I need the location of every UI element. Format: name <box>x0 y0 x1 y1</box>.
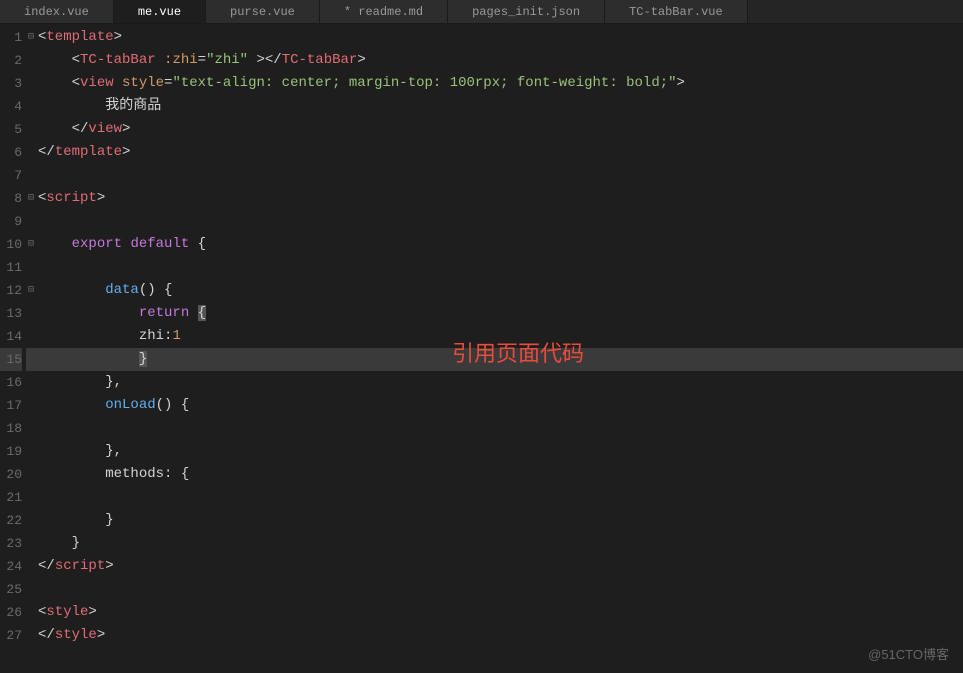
line-number: 17 <box>0 394 22 417</box>
code-line: </style> <box>36 624 963 647</box>
code-area[interactable]: <template> <TC-tabBar :zhi="zhi" ></TC-t… <box>36 24 963 673</box>
code-line: <view style="text-align: center; margin-… <box>36 72 963 95</box>
line-number: 1 <box>0 26 22 49</box>
line-number: 4 <box>0 95 22 118</box>
code-line: </view> <box>36 118 963 141</box>
code-line <box>36 578 963 601</box>
code-line: 我的商品 <box>36 95 963 118</box>
editor: 1 2 3 4 5 6 7 8 9 10 11 12 13 14 15 16 1… <box>0 24 963 673</box>
line-number: 15 <box>0 348 22 371</box>
code-line: <script> <box>36 187 963 210</box>
line-number: 13 <box>0 302 22 325</box>
fold-icon[interactable]: ⊟ <box>26 233 36 256</box>
line-number: 9 <box>0 210 22 233</box>
line-gutter: 1 2 3 4 5 6 7 8 9 10 11 12 13 14 15 16 1… <box>0 24 26 673</box>
line-number: 24 <box>0 555 22 578</box>
watermark: @51CTO博客 <box>868 644 949 663</box>
code-line <box>36 210 963 233</box>
tab-index[interactable]: index.vue <box>0 0 114 23</box>
code-line: data() { <box>36 279 963 302</box>
code-line: export default { <box>36 233 963 256</box>
tab-bar: index.vue me.vue purse.vue * readme.md p… <box>0 0 963 24</box>
code-line: </template> <box>36 141 963 164</box>
fold-column: ⊟ ⊟ ⊟ ⊟ <box>26 24 36 673</box>
line-number: 18 <box>0 417 22 440</box>
line-number: 22 <box>0 509 22 532</box>
code-line <box>36 486 963 509</box>
code-line: }, <box>36 440 963 463</box>
line-number: 8 <box>0 187 22 210</box>
annotation-text: 引用页面代码 <box>452 336 584 368</box>
line-number: 3 <box>0 72 22 95</box>
fold-icon[interactable]: ⊟ <box>26 26 36 49</box>
line-number: 16 <box>0 371 22 394</box>
code-line: <style> <box>36 601 963 624</box>
line-number: 27 <box>0 624 22 647</box>
tab-tc-tabbar[interactable]: TC-tabBar.vue <box>605 0 748 23</box>
line-number: 21 <box>0 486 22 509</box>
line-number: 7 <box>0 164 22 187</box>
line-number: 2 <box>0 49 22 72</box>
line-number: 11 <box>0 256 22 279</box>
line-number: 14 <box>0 325 22 348</box>
tab-readme[interactable]: * readme.md <box>320 0 448 23</box>
line-number: 23 <box>0 532 22 555</box>
fold-icon[interactable]: ⊟ <box>26 279 36 302</box>
code-line: onLoad() { <box>36 394 963 417</box>
code-line: <template> <box>36 26 963 49</box>
code-line <box>36 164 963 187</box>
code-line <box>36 417 963 440</box>
code-line: return { <box>36 302 963 325</box>
code-line: methods: { <box>36 463 963 486</box>
line-number: 12 <box>0 279 22 302</box>
fold-icon[interactable]: ⊟ <box>26 187 36 210</box>
code-line <box>36 256 963 279</box>
line-number: 26 <box>0 601 22 624</box>
line-number: 20 <box>0 463 22 486</box>
tab-pages-init[interactable]: pages_init.json <box>448 0 605 23</box>
line-number: 10 <box>0 233 22 256</box>
line-number: 25 <box>0 578 22 601</box>
line-number: 5 <box>0 118 22 141</box>
line-number: 6 <box>0 141 22 164</box>
code-line: } <box>36 532 963 555</box>
tab-purse[interactable]: purse.vue <box>206 0 320 23</box>
line-number: 19 <box>0 440 22 463</box>
code-line: </script> <box>36 555 963 578</box>
code-line: <TC-tabBar :zhi="zhi" ></TC-tabBar> <box>36 49 963 72</box>
tab-me[interactable]: me.vue <box>114 0 206 23</box>
code-line: }, <box>36 371 963 394</box>
code-line: } <box>36 509 963 532</box>
